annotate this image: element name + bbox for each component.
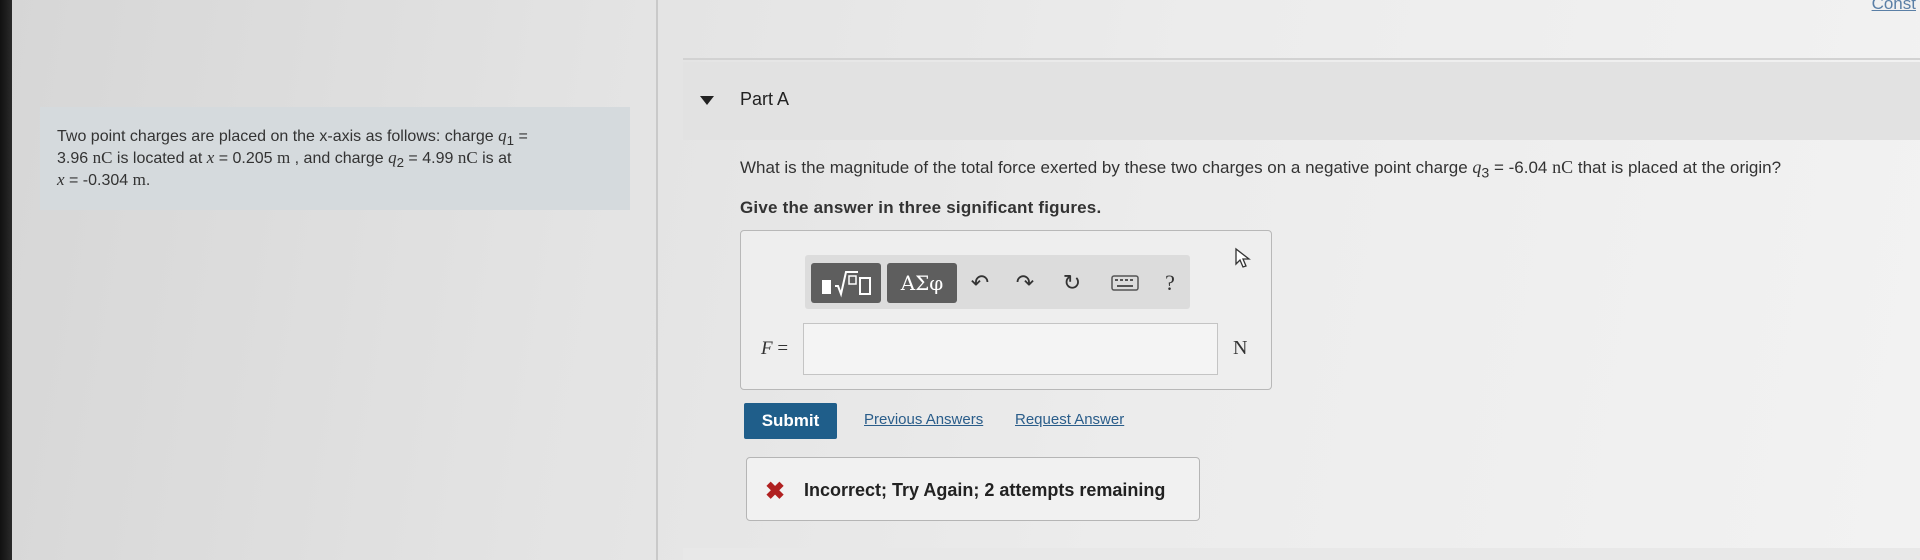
answer-unit: N: [1233, 337, 1248, 359]
undo-icon[interactable]: ↶: [965, 269, 995, 297]
reset-icon[interactable]: ↻: [1057, 269, 1087, 297]
redo-icon[interactable]: ↷: [1010, 269, 1040, 297]
q1-subscript: 1: [506, 133, 515, 149]
templates-icon: [822, 271, 871, 298]
column-divider: [656, 0, 658, 560]
part-title[interactable]: Part A: [740, 89, 789, 110]
collapse-caret-icon[interactable]: [700, 96, 714, 105]
problem-text: = 0.205: [214, 150, 277, 168]
unit-nc: nC: [92, 148, 113, 168]
question-text-part: What is the magnitude of the total force…: [740, 158, 1473, 177]
instruction-text: Give the answer in three significant fig…: [740, 198, 1102, 217]
mouse-cursor-icon: [1235, 247, 1251, 268]
problem-text: is at: [477, 150, 512, 168]
x2-symbol: x: [57, 170, 65, 190]
feedback-box: ✖ Incorrect; Try Again; 2 attempts remai…: [746, 457, 1200, 521]
q2-subscript: 2: [396, 155, 404, 171]
problem-text: , and charge: [290, 150, 389, 168]
q2-symbol: q: [388, 148, 397, 168]
part-header[interactable]: [683, 62, 1920, 140]
question-text: What is the magnitude of the total force…: [740, 157, 1781, 181]
problem-text: =: [514, 128, 528, 145]
templates-button[interactable]: [811, 263, 881, 303]
answer-variable-label: F =: [761, 338, 788, 360]
q1-symbol: q: [498, 126, 507, 145]
q1-value: 3.96: [57, 150, 89, 168]
keyboard-icon-glyph: [1111, 275, 1139, 291]
unit-nc: nC: [457, 148, 478, 168]
unit-nc: nC: [1552, 157, 1574, 177]
problem-statement: Two point charges are placed on the x-ax…: [40, 107, 630, 210]
question-text-part: that is placed at the origin?: [1573, 158, 1782, 177]
unit-m: m: [276, 148, 291, 168]
problem-text: = -0.304: [64, 172, 133, 190]
request-answer-link[interactable]: Request Answer: [1015, 411, 1124, 428]
variable-symbol: F: [761, 338, 773, 359]
feedback-message: Incorrect; Try Again; 2 attempts remaini…: [804, 480, 1166, 500]
bottom-strip: [683, 548, 1920, 560]
problem-text: Two point charges are placed on the x-ax…: [57, 128, 499, 145]
unit-m: m: [132, 170, 146, 190]
answer-input[interactable]: [803, 323, 1218, 375]
constants-link[interactable]: Const: [1872, 0, 1916, 14]
help-button[interactable]: ?: [1155, 269, 1185, 297]
question-text-part: = -6.04: [1489, 158, 1553, 177]
problem-text: is located at: [112, 150, 207, 168]
problem-text: = 4.99: [403, 150, 458, 168]
math-toolbar: ΑΣφ ↶ ↷ ↻ ?: [805, 255, 1190, 309]
submit-button[interactable]: Submit: [744, 403, 837, 439]
answer-panel: ΑΣφ ↶ ↷ ↻ ? F = N: [740, 230, 1272, 390]
equals-sign: =: [772, 338, 789, 359]
keyboard-icon[interactable]: [1110, 269, 1140, 297]
greek-symbols-button[interactable]: ΑΣφ: [887, 263, 957, 303]
previous-answers-link[interactable]: Previous Answers: [864, 411, 983, 428]
incorrect-x-icon: ✖: [765, 478, 786, 505]
problem-text: .: [145, 172, 151, 190]
header-rule: [683, 58, 1920, 60]
screen-bezel: [0, 0, 12, 560]
